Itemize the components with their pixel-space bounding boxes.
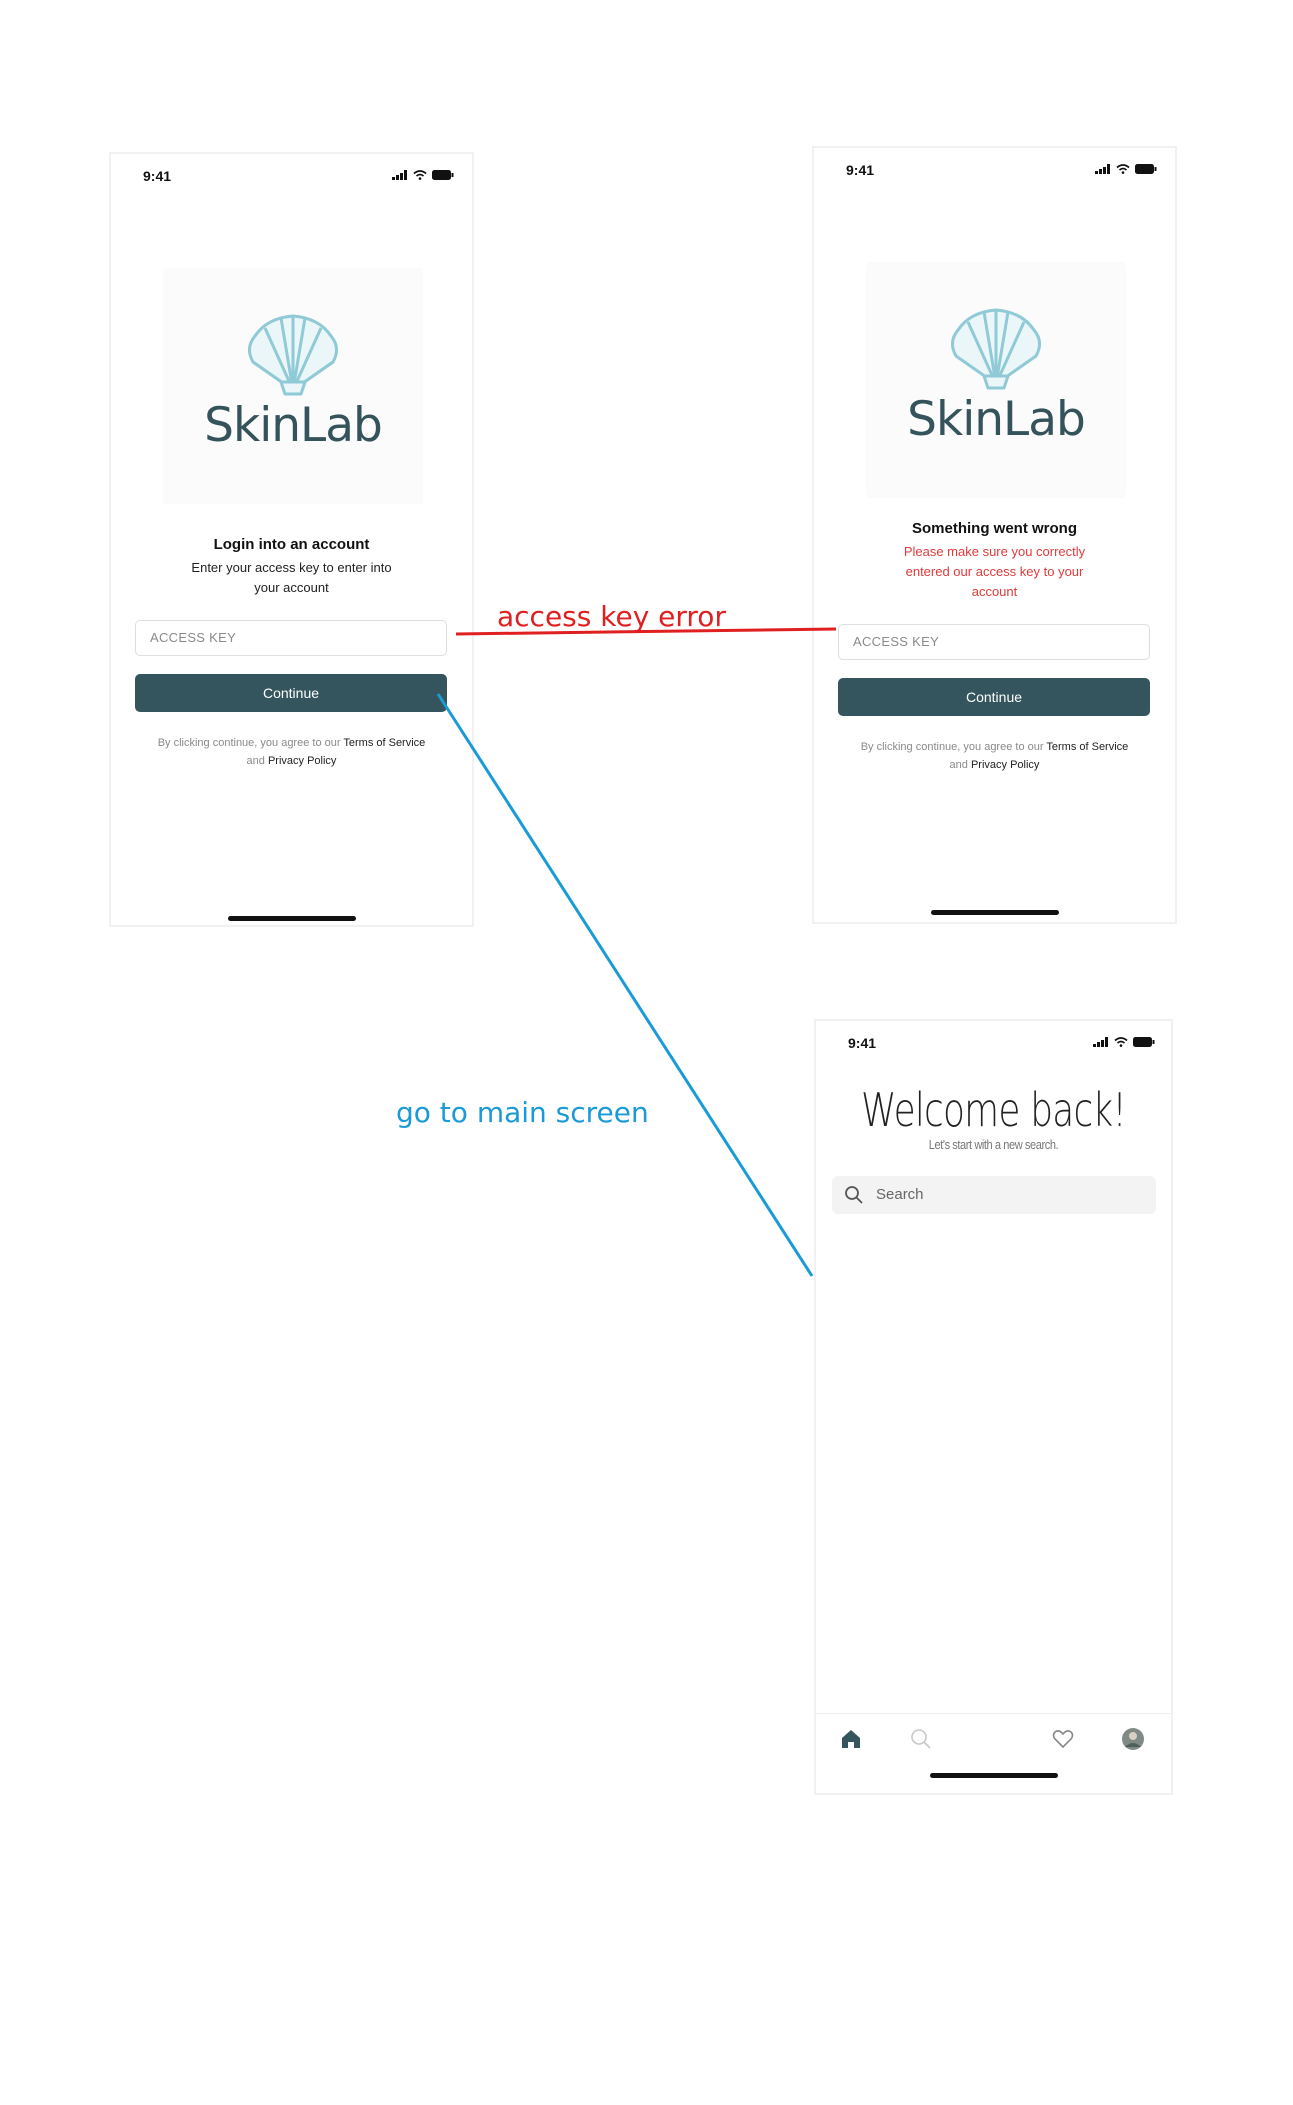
- error-message-line-1: Please make sure you correctly: [903, 544, 1086, 559]
- status-bar: 9:41: [814, 148, 1175, 188]
- login-screen: 9:41 SkinLab Login into an account Enter…: [109, 152, 474, 927]
- shell-logo-icon: [248, 314, 338, 396]
- home-indicator: [930, 1773, 1058, 1778]
- terms-and: and: [949, 759, 971, 771]
- battery-icon: [1135, 164, 1157, 174]
- error-message-line-2: entered our access key to your: [905, 564, 1084, 579]
- main-flow-label: go to main screen: [396, 1096, 649, 1129]
- terms-notice: By clicking continue, you agree to our T…: [121, 734, 462, 770]
- access-key-input[interactable]: ACCESS KEY: [838, 624, 1150, 660]
- status-time: 9:41: [143, 168, 172, 184]
- status-bar: 9:41: [111, 154, 472, 194]
- home-indicator: [228, 916, 356, 921]
- error-screen: 9:41 SkinLab Something went wrong Please…: [812, 146, 1177, 924]
- logo-card: SkinLab: [866, 262, 1126, 498]
- brand-name: SkinLab: [204, 398, 383, 453]
- home-icon[interactable]: [840, 1728, 862, 1750]
- wifi-icon: [413, 170, 427, 180]
- status-time: 9:41: [848, 1035, 877, 1051]
- search-bar[interactable]: Search: [832, 1176, 1156, 1214]
- bottom-tab-bar: [816, 1713, 1171, 1774]
- home-indicator: [931, 910, 1059, 915]
- battery-icon: [432, 170, 454, 180]
- continue-button[interactable]: Continue: [838, 678, 1150, 716]
- status-icons: [1093, 1037, 1155, 1047]
- welcome-subtitle: Let's start with a new search.: [928, 1137, 1059, 1152]
- privacy-policy-link[interactable]: Privacy Policy: [971, 759, 1039, 771]
- terms-of-service-link[interactable]: Terms of Service: [1046, 741, 1128, 753]
- battery-icon: [1133, 1037, 1155, 1047]
- search-icon: [845, 1186, 863, 1204]
- shell-logo-icon: [951, 308, 1041, 390]
- status-time: 9:41: [846, 162, 875, 178]
- error-title: Something went wrong: [912, 520, 1077, 537]
- heart-icon[interactable]: [1052, 1728, 1074, 1750]
- search-placeholder: Search: [876, 1186, 924, 1203]
- access-key-input[interactable]: ACCESS KEY: [135, 620, 447, 656]
- main-flow-line: [436, 693, 814, 1277]
- avatar[interactable]: [1122, 1728, 1144, 1750]
- wifi-icon: [1114, 1037, 1128, 1047]
- signal-icon: [1095, 164, 1110, 174]
- terms-prefix: By clicking continue, you agree to our: [860, 741, 1047, 753]
- terms-prefix: By clicking continue, you agree to our: [157, 737, 344, 749]
- terms-and: and: [246, 755, 268, 767]
- welcome-title: Welcome back!: [860, 1083, 1127, 1137]
- status-bar: 9:41: [816, 1021, 1171, 1061]
- terms-notice: By clicking continue, you agree to our T…: [824, 738, 1165, 774]
- logo-card: SkinLab: [163, 268, 423, 504]
- login-title: Login into an account: [213, 536, 370, 553]
- status-icons: [1095, 164, 1157, 174]
- brand-name: SkinLab: [907, 392, 1086, 447]
- status-icons: [392, 170, 454, 180]
- login-subtitle-line-1: Enter your access key to enter into: [191, 560, 392, 575]
- main-screen: 9:41 Welcome back! Let's start with a ne…: [814, 1019, 1173, 1795]
- search-tab-icon[interactable]: [910, 1728, 932, 1750]
- error-flow-label: access key error: [497, 600, 726, 633]
- login-subtitle: Enter your access key to enter into your…: [131, 558, 452, 598]
- terms-of-service-link[interactable]: Terms of Service: [343, 737, 425, 749]
- wifi-icon: [1116, 164, 1130, 174]
- login-subtitle-line-2: your account: [254, 580, 329, 595]
- error-message-line-3: account: [971, 584, 1018, 599]
- signal-icon: [392, 170, 407, 180]
- signal-icon: [1093, 1037, 1108, 1047]
- continue-button[interactable]: Continue: [135, 674, 447, 712]
- error-message: Please make sure you correctly entered o…: [834, 542, 1155, 602]
- privacy-policy-link[interactable]: Privacy Policy: [268, 755, 336, 767]
